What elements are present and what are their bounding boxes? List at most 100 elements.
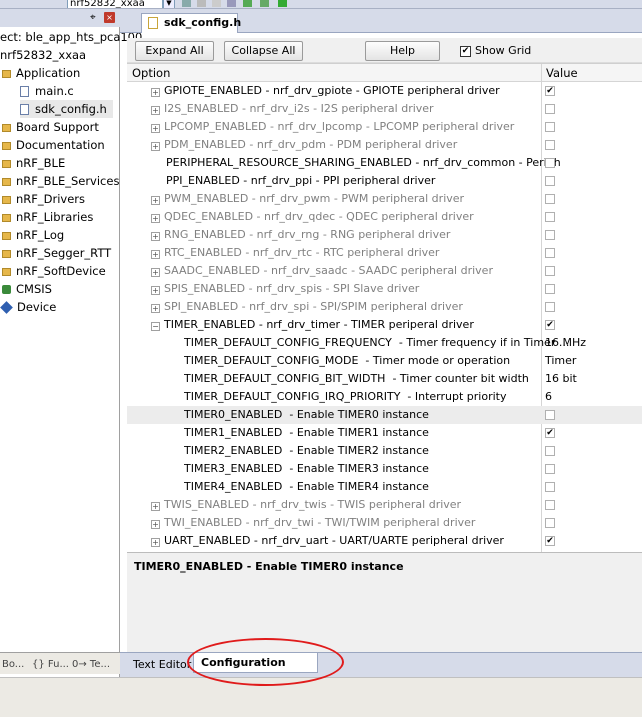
- config-row[interactable]: TIMER_DEFAULT_CONFIG_FREQUENCY - Timer f…: [127, 334, 642, 352]
- value-checkbox[interactable]: [545, 500, 555, 510]
- toolbar-icon[interactable]: [182, 0, 191, 7]
- chevron-down-icon[interactable]: ▼: [163, 0, 175, 8]
- value-checkbox[interactable]: [545, 230, 555, 240]
- tree-item[interactable]: Application: [2, 64, 80, 82]
- expand-icon[interactable]: +: [151, 304, 160, 313]
- config-row[interactable]: TIMER1_ENABLED - Enable TIMER1 instance ✔: [127, 424, 642, 442]
- tree-item[interactable]: nRF_BLE: [2, 154, 65, 172]
- tree-item[interactable]: nRF_Log: [2, 226, 64, 244]
- config-row[interactable]: PERIPHERAL_RESOURCE_SHARING_ENABLED - nr…: [127, 154, 642, 172]
- value-checkbox[interactable]: ✔: [545, 320, 555, 330]
- config-row[interactable]: TIMER_DEFAULT_CONFIG_BIT_WIDTH - Timer c…: [127, 370, 642, 388]
- value-checkbox[interactable]: [545, 446, 555, 456]
- tree-item[interactable]: nRF_Libraries: [2, 208, 93, 226]
- tree-item[interactable]: nRF_BLE_Services: [2, 172, 119, 190]
- expand-icon[interactable]: +: [151, 106, 160, 115]
- value-checkbox[interactable]: [545, 212, 555, 222]
- tree-item[interactable]: Board Support: [2, 118, 99, 136]
- config-row[interactable]: + SPI_ENABLED - nrf_drv_spi - SPI/SPIM pe…: [127, 298, 642, 316]
- tab-books[interactable]: Bo...: [2, 656, 26, 673]
- config-row[interactable]: + PDM_ENABLED - nrf_drv_pdm - PDM periphe…: [127, 136, 642, 154]
- collapse-icon[interactable]: −: [151, 322, 160, 331]
- value-checkbox[interactable]: [545, 248, 555, 258]
- tree-item[interactable]: CMSIS: [2, 280, 52, 298]
- value-checkbox[interactable]: [545, 464, 555, 474]
- tab-functions[interactable]: {} Fu...: [32, 656, 68, 673]
- config-row[interactable]: TIMER3_ENABLED - Enable TIMER3 instance: [127, 460, 642, 478]
- help-button[interactable]: Help: [365, 41, 440, 61]
- config-row[interactable]: + GPIOTE_ENABLED - nrf_drv_gpiote - GPIOT…: [127, 82, 642, 100]
- expand-icon[interactable]: +: [151, 142, 160, 151]
- tab-sdk-config[interactable]: sdk_config.h: [141, 13, 241, 33]
- tree-item[interactable]: Documentation: [2, 136, 105, 154]
- expand-icon[interactable]: +: [151, 124, 160, 133]
- value-checkbox[interactable]: [545, 266, 555, 276]
- value-checkbox[interactable]: [545, 410, 555, 420]
- expand-icon[interactable]: +: [151, 286, 160, 295]
- value-checkbox[interactable]: [545, 140, 555, 150]
- config-row[interactable]: + QDEC_ENABLED - nrf_drv_qdec - QDEC peri…: [127, 208, 642, 226]
- config-row[interactable]: + SPIS_ENABLED - nrf_drv_spis - SPI Slave…: [127, 280, 642, 298]
- show-grid-checkbox[interactable]: ✔: [460, 46, 471, 57]
- tab-templates[interactable]: 0→ Te...: [72, 656, 116, 673]
- config-row[interactable]: + TWIS_ENABLED - nrf_drv_twis - TWIS peri…: [127, 496, 642, 514]
- config-row[interactable]: + SAADC_ENABLED - nrf_drv_saadc - SAADC p…: [127, 262, 642, 280]
- tab-text-editor[interactable]: Text Editor: [127, 656, 199, 674]
- expand-icon[interactable]: +: [151, 196, 160, 205]
- expand-icon[interactable]: +: [151, 538, 160, 547]
- config-row[interactable]: TIMER_DEFAULT_CONFIG_IRQ_PRIORITY - Inte…: [127, 388, 642, 406]
- value-checkbox[interactable]: ✔: [545, 536, 555, 546]
- target-select[interactable]: nrf52832_xxaa: [67, 0, 163, 8]
- value-checkbox[interactable]: ✔: [545, 428, 555, 438]
- expand-icon[interactable]: +: [151, 502, 160, 511]
- config-row[interactable]: + I2S_ENABLED - nrf_drv_i2s - I2S periphe…: [127, 100, 642, 118]
- config-row[interactable]: + TWI_ENABLED - nrf_drv_twi - TWI/TWIM pe…: [127, 514, 642, 532]
- value-checkbox[interactable]: [545, 122, 555, 132]
- tab-configuration-wizard[interactable]: Configuration Wizard: [193, 653, 318, 689]
- close-icon[interactable]: ×: [104, 12, 115, 23]
- value-checkbox[interactable]: ✔: [545, 86, 555, 96]
- expand-icon[interactable]: +: [151, 520, 160, 529]
- config-row[interactable]: − TIMER_ENABLED - nrf_drv_timer - TIMER p…: [127, 316, 642, 334]
- config-row[interactable]: + RNG_ENABLED - nrf_drv_rng - RNG periphe…: [127, 226, 642, 244]
- config-row[interactable]: TIMER0_ENABLED - Enable TIMER0 instance: [127, 406, 642, 424]
- config-row[interactable]: TIMER4_ENABLED - Enable TIMER4 instance: [127, 478, 642, 496]
- tree-item[interactable]: nrf52832_xxaa: [0, 46, 86, 64]
- toolbar-icon[interactable]: [227, 0, 236, 7]
- config-row[interactable]: PPI_ENABLED - nrf_drv_ppi - PPI peripher…: [127, 172, 642, 190]
- value-checkbox[interactable]: [545, 176, 555, 186]
- expand-all-button[interactable]: Expand All: [135, 41, 214, 61]
- value-checkbox[interactable]: [545, 158, 555, 168]
- value-checkbox[interactable]: [545, 518, 555, 528]
- config-row[interactable]: TIMER_DEFAULT_CONFIG_MODE - Timer mode o…: [127, 352, 642, 370]
- config-row[interactable]: TIMER2_ENABLED - Enable TIMER2 instance: [127, 442, 642, 460]
- config-row[interactable]: + UART_ENABLED - nrf_drv_uart - UART/UART…: [127, 532, 642, 550]
- toolbar-icon[interactable]: [243, 0, 252, 7]
- config-row[interactable]: + PWM_ENABLED - nrf_drv_pwm - PWM periphe…: [127, 190, 642, 208]
- toolbar-icon[interactable]: [197, 0, 206, 7]
- collapse-all-button[interactable]: Collapse All: [224, 41, 303, 61]
- value-checkbox[interactable]: [545, 194, 555, 204]
- config-row[interactable]: + LPCOMP_ENABLED - nrf_drv_lpcomp - LPCOM…: [127, 118, 642, 136]
- tree-item-label: nRF_Drivers: [16, 192, 86, 206]
- value-checkbox[interactable]: [545, 284, 555, 294]
- toolbar-icon[interactable]: [212, 0, 221, 7]
- toolbar-icon[interactable]: [278, 0, 287, 7]
- expand-icon[interactable]: +: [151, 88, 160, 97]
- expand-icon[interactable]: +: [151, 232, 160, 241]
- expand-icon[interactable]: +: [151, 214, 160, 223]
- tree-item[interactable]: sdk_config.h: [20, 100, 113, 118]
- tree-item[interactable]: nRF_Drivers: [2, 190, 85, 208]
- tree-item[interactable]: Device: [0, 298, 56, 316]
- config-row[interactable]: + RTC_ENABLED - nrf_drv_rtc - RTC periphe…: [127, 244, 642, 262]
- tree-item[interactable]: main.c: [20, 82, 74, 100]
- tree-item[interactable]: nRF_SoftDevice: [2, 262, 106, 280]
- expand-icon[interactable]: +: [151, 250, 160, 259]
- value-checkbox[interactable]: [545, 482, 555, 492]
- pin-icon[interactable]: ⌖: [90, 12, 96, 23]
- value-checkbox[interactable]: [545, 104, 555, 114]
- tree-item[interactable]: nRF_Segger_RTT: [2, 244, 111, 262]
- toolbar-icon[interactable]: [260, 0, 269, 7]
- value-checkbox[interactable]: [545, 302, 555, 312]
- expand-icon[interactable]: +: [151, 268, 160, 277]
